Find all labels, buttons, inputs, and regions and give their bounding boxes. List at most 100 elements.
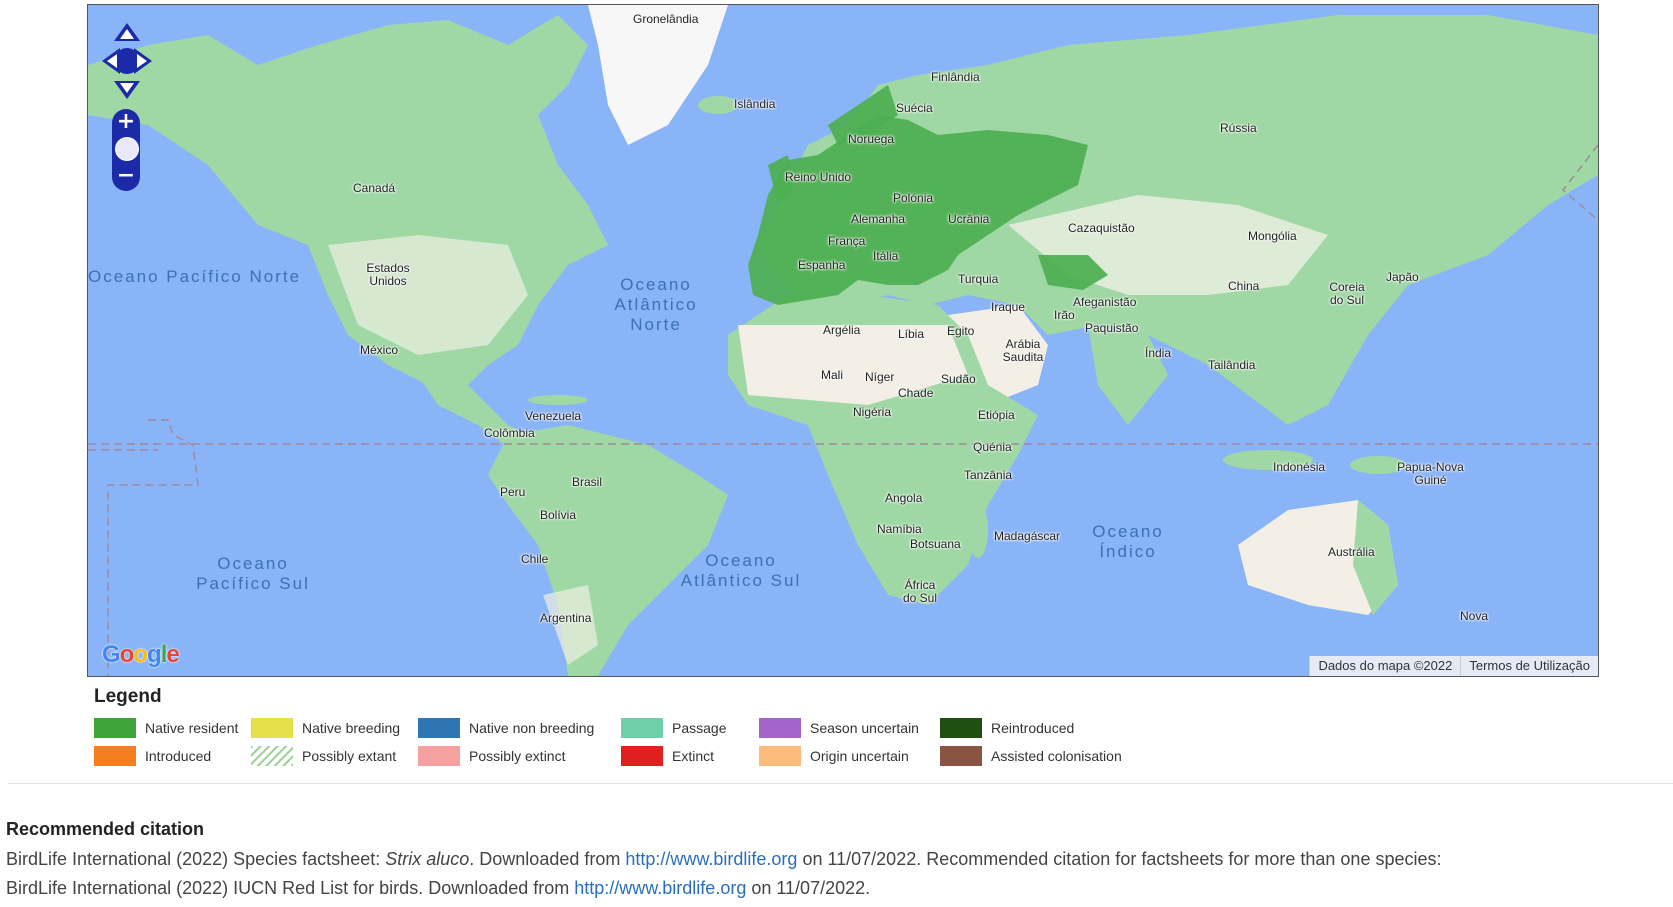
- zoom-out-icon[interactable]: −: [114, 164, 138, 188]
- ocean-label: Oceano Pacífico Norte: [88, 267, 302, 286]
- country-label: Argélia: [823, 323, 861, 337]
- zoom-in-icon[interactable]: +: [114, 110, 138, 134]
- legend-swatch: [759, 746, 801, 766]
- country-label: Papua-Nova Guiné: [1397, 460, 1464, 487]
- legend-swatch: [621, 718, 663, 738]
- country-label: Tanzânia: [964, 468, 1013, 482]
- country-label: Iraque: [991, 300, 1026, 314]
- legend-label: Possibly extinct: [469, 748, 566, 764]
- legend-label: Assisted colonisation: [991, 748, 1122, 764]
- north-america-land: [88, 15, 608, 385]
- country-label: Madagáscar: [994, 529, 1061, 543]
- legend-swatch: [759, 718, 801, 738]
- map-data-credit: Dados do mapa ©2022: [1309, 656, 1461, 676]
- legend-item: Reintroduced: [940, 717, 1074, 739]
- country-label: Chade: [898, 386, 934, 400]
- citation-text: BirdLife International (2022) Species fa…: [6, 849, 386, 869]
- country-label: Mongólia: [1248, 229, 1297, 243]
- ocean-label: Oceano Atlântico Norte: [614, 275, 698, 334]
- zoom-control[interactable]: + −: [112, 109, 140, 191]
- country-label: Argentina: [540, 611, 592, 625]
- divider: [8, 783, 1673, 784]
- country-label: Ucrânia: [948, 212, 990, 226]
- country-label: Coreia do Sul: [1329, 280, 1365, 307]
- country-label: Espanha: [798, 258, 846, 272]
- legend-item: Possibly extinct: [418, 745, 565, 767]
- country-label: Nigéria: [853, 405, 892, 419]
- country-label: Brasil: [572, 475, 603, 489]
- country-label: Egito: [947, 324, 975, 338]
- country-label: Botsuana: [910, 537, 961, 551]
- legend-label: Native breeding: [302, 720, 401, 736]
- legend-label: Introduced: [145, 748, 212, 764]
- country-label: Nova: [1460, 609, 1489, 623]
- country-label: Polónia: [893, 191, 934, 205]
- country-label: Etiópia: [978, 408, 1015, 422]
- citation-line-2: BirdLife International (2022) IUCN Red L…: [6, 878, 870, 899]
- globe-icon[interactable]: [115, 137, 139, 161]
- country-label: Bolívia: [540, 508, 577, 522]
- country-label: Afeganistão: [1073, 295, 1137, 309]
- country-label: Canadá: [353, 181, 396, 195]
- legend-swatch: [94, 718, 136, 738]
- country-label: Reino Unido: [785, 170, 852, 184]
- legend-title: Legend: [94, 686, 162, 707]
- legend-swatch: [251, 746, 293, 766]
- legend-swatch: [418, 718, 460, 738]
- country-label: Namíbia: [877, 522, 922, 536]
- legend-label: Native non breeding: [469, 720, 595, 736]
- country-label: Estados Unidos: [366, 261, 410, 288]
- country-label: Chile: [521, 552, 549, 566]
- birdlife-link[interactable]: http://www.birdlife.org: [574, 878, 746, 898]
- pan-control[interactable]: [100, 21, 154, 101]
- legend-label: Season uncertain: [810, 720, 919, 736]
- legend-item: Native resident: [94, 717, 238, 739]
- legend-swatch: [940, 746, 982, 766]
- country-label: Gronelândia: [633, 12, 699, 26]
- legend-item: Extinct: [621, 745, 714, 767]
- country-label: Indonésia: [1273, 460, 1326, 474]
- legend-item: Assisted colonisation: [940, 745, 1122, 767]
- country-label: Austrália: [1328, 545, 1375, 559]
- country-label: Tailândia: [1208, 358, 1256, 372]
- country-label: Cazaquistão: [1068, 221, 1135, 235]
- country-label: Sudão: [941, 372, 976, 386]
- google-logo: Google: [102, 641, 180, 668]
- citation-heading: Recommended citation: [6, 819, 205, 839]
- birdlife-link[interactable]: http://www.birdlife.org: [625, 849, 797, 869]
- country-label: Angola: [885, 491, 923, 505]
- terms-link[interactable]: Termos de Utilização: [1460, 656, 1598, 676]
- legend-item: Passage: [621, 717, 726, 739]
- country-label: Líbia: [898, 327, 925, 341]
- country-label: Noruega: [848, 132, 895, 146]
- country-label: Mali: [821, 368, 844, 382]
- citation-text: on 11/07/2022.: [746, 878, 871, 898]
- greenland-land: [588, 5, 728, 145]
- legend-swatch: [94, 746, 136, 766]
- country-label: Colômbia: [484, 426, 535, 440]
- citation-text: BirdLife International (2022) IUCN Red L…: [6, 878, 575, 898]
- country-label: Paquistão: [1085, 321, 1139, 335]
- country-label: Rússia: [1220, 121, 1257, 135]
- country-label: Quénia: [973, 440, 1012, 454]
- country-label: Irão: [1054, 308, 1075, 322]
- legend-item: Season uncertain: [759, 717, 919, 739]
- legend-label: Native resident: [145, 720, 239, 736]
- range-map[interactable]: Oceano Pacífico Norte Oceano Atlântico N…: [87, 4, 1599, 677]
- ocean-label: Oceano Atlântico Sul: [680, 551, 802, 590]
- country-label: Venezuela: [525, 409, 582, 423]
- country-label: Finlândia: [931, 70, 980, 84]
- country-label: Suécia: [896, 101, 933, 115]
- citation-text: on 11/07/2022. Recommended citation for …: [797, 849, 1442, 869]
- country-label: Turquia: [958, 272, 999, 286]
- legend-label: Extinct: [672, 748, 715, 764]
- legend-item: Native breeding: [251, 717, 400, 739]
- country-label: Itália: [873, 249, 899, 263]
- country-label: Japão: [1386, 270, 1419, 284]
- legend-swatch: [251, 718, 293, 738]
- legend-swatch: [940, 718, 982, 738]
- country-label: China: [1228, 279, 1260, 293]
- legend-item: Native non breeding: [418, 717, 594, 739]
- ocean-label: Oceano Índico: [1092, 522, 1164, 561]
- legend-swatch: [418, 746, 460, 766]
